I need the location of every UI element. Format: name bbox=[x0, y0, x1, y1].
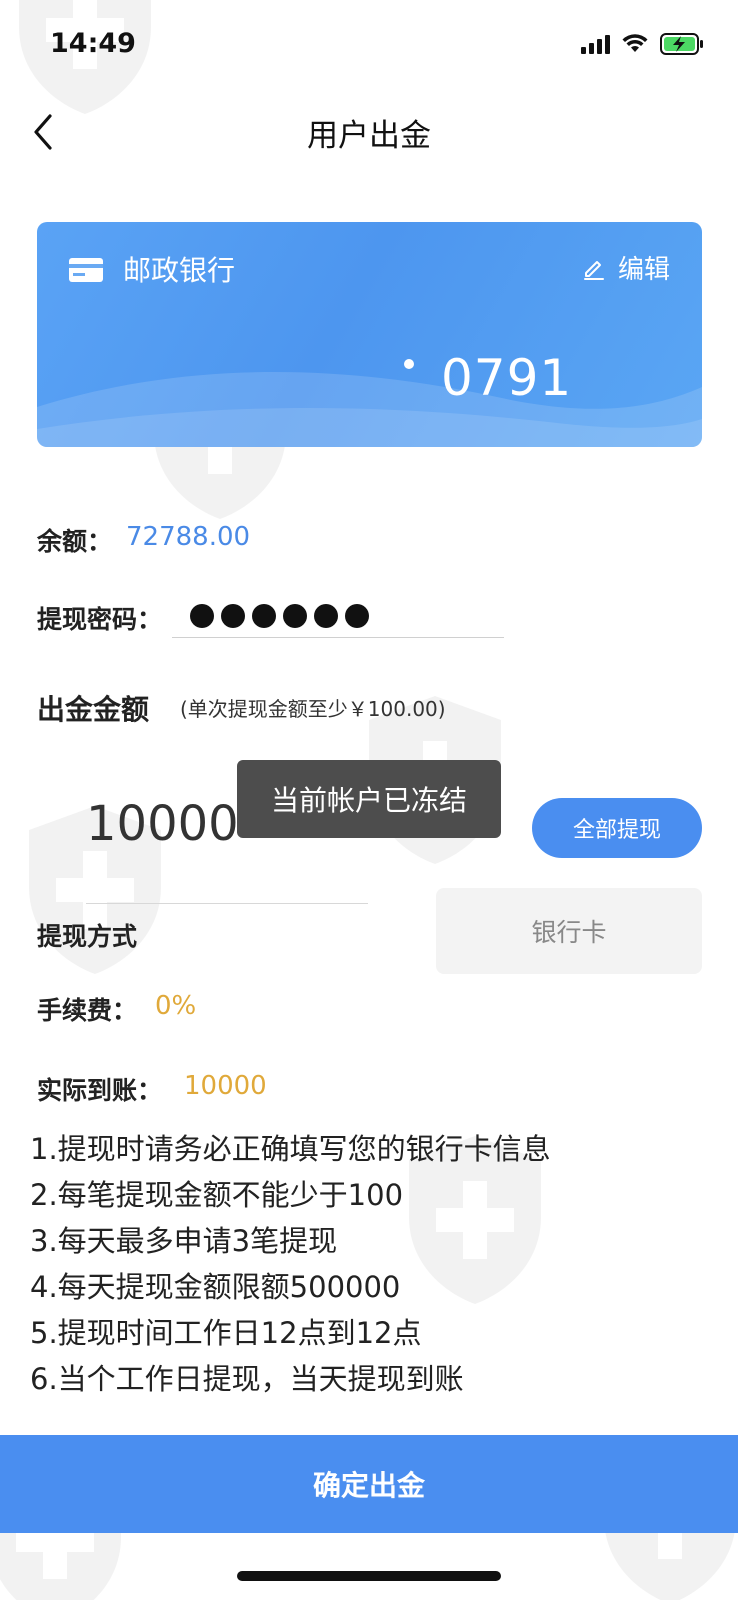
amount-value: 10000 bbox=[86, 796, 239, 852]
rule-item: 3.每天最多申请3笔提现 bbox=[30, 1224, 338, 1258]
card-mask-dot bbox=[404, 359, 414, 369]
password-mask-dot bbox=[345, 603, 369, 628]
confirm-withdraw-button[interactable]: 确定出金 bbox=[0, 1435, 738, 1533]
password-mask-dot bbox=[252, 603, 276, 628]
withdraw-all-button[interactable]: 全部提现 bbox=[532, 798, 702, 858]
fee-label: 手续费： bbox=[37, 996, 138, 1025]
wifi-icon bbox=[622, 34, 648, 54]
pencil-icon bbox=[583, 260, 604, 280]
withdraw-page: 14:49 用户出金 邮政银行 编辑 0791 余额： 72788.00 提现密… bbox=[0, 0, 738, 1600]
bank-card: 邮政银行 编辑 0791 bbox=[37, 222, 702, 447]
card-wave-decoration bbox=[37, 372, 702, 447]
password-mask-dot bbox=[221, 603, 245, 628]
rule-item: 4.每天提现金额限额500000 bbox=[30, 1270, 401, 1304]
rule-item: 6.当个工作日提现，当天提现到账 bbox=[30, 1362, 464, 1396]
status-time: 14:49 bbox=[50, 28, 136, 59]
password-label: 提现密码： bbox=[37, 605, 163, 634]
status-bar: 14:49 bbox=[0, 0, 738, 92]
actual-amount-value: 10000 bbox=[184, 1071, 267, 1101]
credit-card-icon bbox=[69, 258, 103, 286]
home-indicator[interactable] bbox=[237, 1571, 501, 1581]
page-title: 用户出金 bbox=[307, 118, 431, 154]
method-label: 提现方式 bbox=[37, 922, 138, 951]
edit-card-button[interactable]: 编辑 bbox=[582, 249, 670, 286]
rule-item: 1.提现时请务必正确填写您的银行卡信息 bbox=[30, 1132, 551, 1166]
rule-item: 5.提现时间工作日12点到12点 bbox=[30, 1316, 422, 1350]
method-select[interactable]: 银行卡 bbox=[436, 888, 702, 974]
battery-charging-icon bbox=[660, 33, 704, 55]
password-mask-dot bbox=[190, 603, 214, 628]
status-icons bbox=[581, 33, 704, 55]
actual-amount-label: 实际到账： bbox=[37, 1076, 163, 1105]
nav-bar: 用户出金 bbox=[0, 92, 738, 172]
bank-name: 邮政银行 bbox=[123, 254, 236, 287]
account-frozen-toast: 当前帐户已冻结 bbox=[237, 760, 501, 838]
password-mask-dot bbox=[314, 603, 338, 628]
balance-label: 余额： bbox=[37, 527, 113, 556]
amount-label: 出金金额 bbox=[37, 693, 150, 726]
withdraw-rules: 1.提现时请务必正确填写您的银行卡信息 2.每笔提现金额不能少于100 3.每天… bbox=[30, 1126, 710, 1402]
fee-value: 0% bbox=[155, 991, 197, 1021]
card-last-digits: 0791 bbox=[441, 349, 573, 407]
password-mask-dot bbox=[283, 603, 307, 628]
balance-value: 72788.00 bbox=[126, 522, 251, 552]
edit-label: 编辑 bbox=[617, 255, 670, 285]
password-input[interactable] bbox=[172, 594, 504, 638]
cellular-signal-icon bbox=[581, 34, 610, 54]
rule-item: 2.每笔提现金额不能少于100 bbox=[30, 1178, 404, 1212]
amount-hint: (单次提现金额至少￥100.00) bbox=[180, 697, 446, 721]
